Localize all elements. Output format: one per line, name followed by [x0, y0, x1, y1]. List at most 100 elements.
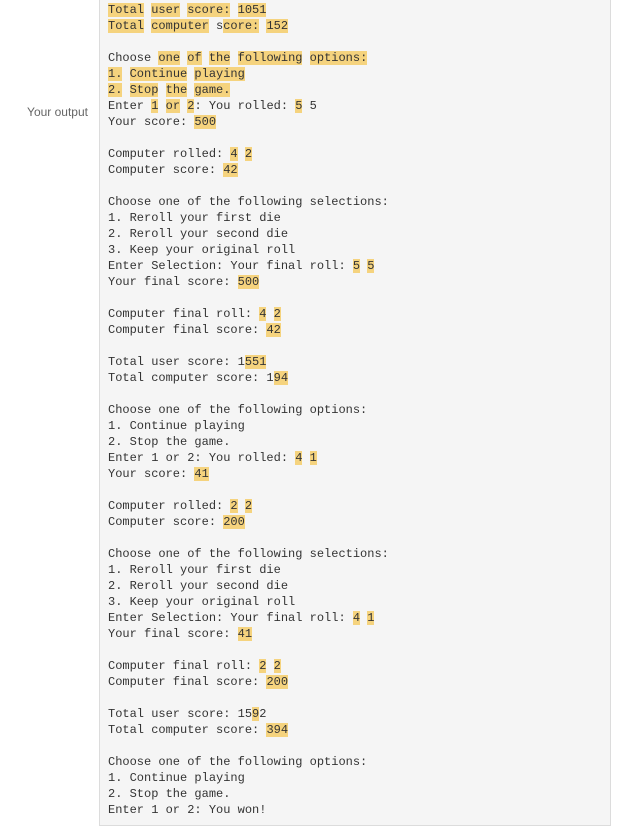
output-text-segment [202, 51, 209, 65]
diff-highlight: playing [194, 67, 245, 81]
output-text-segment: Your final score: [108, 627, 238, 641]
output-text-segment [266, 307, 273, 321]
output-text-segment [158, 99, 165, 113]
output-line: 3. Keep your original roll [108, 242, 389, 258]
output-text-segment: 2. Reroll your second die [108, 579, 289, 593]
output-line: 2. Stop the game. [108, 82, 389, 98]
output-line: Computer final roll: 2 2 [108, 658, 389, 674]
output-text-segment [122, 83, 129, 97]
diff-highlight: 551 [244, 355, 267, 369]
output-text-segment: Enter 1 or 2: You rolled: [108, 451, 296, 465]
output-text-segment: Total computer score: 1 [108, 371, 274, 385]
output-line: 2. Stop the game. [108, 434, 389, 450]
diff-highlight: or [165, 99, 181, 113]
output-text-segment: Enter Selection: Your final roll: [108, 611, 353, 625]
output-line: Choose one of the following options: [108, 754, 389, 770]
output-line: Your final score: 41 [108, 626, 389, 642]
diff-highlight: 41 [237, 627, 253, 641]
output-text-segment [158, 83, 165, 97]
output-line: 1. Reroll your first die [108, 210, 389, 226]
output-line: Enter 1 or 2: You won! [108, 802, 389, 818]
output-text-segment [230, 51, 237, 65]
diff-highlight: Stop [129, 83, 159, 97]
diff-highlight: 2 [244, 499, 253, 513]
diff-highlight: Total [108, 3, 145, 17]
output-line: Enter Selection: Your final roll: 4 1 [108, 610, 389, 626]
diff-highlight: 5 [367, 259, 375, 273]
output-text-segment: 2. Reroll your second die [108, 227, 289, 241]
output-text-segment: Total user score: 15 [108, 707, 253, 721]
output-line: Your score: 500 [108, 114, 389, 130]
output-text-segment: 1. Reroll your first die [108, 211, 281, 225]
output-line: 1. Continue playing [108, 770, 389, 786]
output-text-segment: Computer score: [108, 515, 224, 529]
diff-highlight: options: [309, 51, 368, 65]
diff-highlight: core: [223, 19, 260, 33]
diff-highlight: 2 [273, 307, 281, 321]
output-text-segment: Enter 1 or 2: You won! [108, 803, 267, 817]
output-text-segment: Your final score: [108, 275, 238, 289]
output-line: Enter 1 or 2: You rolled: 5 5 [108, 98, 389, 114]
diff-highlight: 500 [237, 275, 260, 289]
output-line: 1. Continue playing [108, 418, 389, 434]
output-text-segment: Your score: [108, 115, 195, 129]
output-text-segment: Choose [108, 51, 159, 65]
output-row: Your output Total user score: 1051 Total … [0, 0, 632, 833]
diff-highlight: Continue [129, 67, 188, 81]
diff-highlight: of [187, 51, 202, 65]
output-text-segment: Choose one of the following selections: [108, 195, 389, 209]
output-line: Choose one of the following options: [108, 402, 389, 418]
output-line: Total computer score: 194 [108, 370, 389, 386]
output-text-segment: Enter [108, 99, 152, 113]
output-text-segment: 1. Continue playing [108, 419, 245, 433]
output-line: 1. Reroll your first die [108, 562, 389, 578]
output-text-segment [302, 51, 309, 65]
program-output-text: Total user score: 1051 Total computer sco… [108, 2, 389, 818]
output-text-segment [230, 3, 237, 17]
diff-highlight: user [151, 3, 181, 17]
output-line: Computer final score: 200 [108, 674, 389, 690]
output-text-segment: Computer final roll: [108, 307, 260, 321]
diff-highlight: 2 [244, 147, 253, 161]
output-text-segment: Computer final score: [108, 323, 267, 337]
diff-highlight: following [237, 51, 303, 65]
diff-highlight: 2. [108, 83, 123, 97]
output-text-segment: Computer final roll: [108, 659, 260, 673]
output-text-segment: Computer final score: [108, 675, 267, 689]
output-text-segment: 3. Keep your original roll [108, 243, 296, 257]
output-text-segment: Computer score: [108, 163, 224, 177]
output-line: Choose one of the following options: [108, 50, 389, 66]
output-text-segment: 5 [302, 99, 317, 113]
output-line: Choose one of the following selections: [108, 546, 389, 562]
output-line: Your final score: 500 [108, 274, 389, 290]
diff-highlight: 200 [266, 675, 289, 689]
output-text-segment: s [208, 19, 224, 33]
output-line: Computer final roll: 4 2 [108, 306, 389, 322]
output-line: Total user score: 1551 [108, 354, 389, 370]
output-text-segment: Your score: [108, 467, 195, 481]
output-line: 2. Reroll your second die [108, 578, 389, 594]
output-line: Total user score: 1051 [108, 2, 389, 18]
output-text-segment: Choose one of the following selections: [108, 547, 389, 561]
output-text-segment: 2 [259, 707, 267, 721]
output-text-segment [302, 451, 309, 465]
output-line: Total computer score: 394 [108, 722, 389, 738]
output-line: Computer rolled: 2 2 [108, 498, 389, 514]
output-line: 2. Stop the game. [108, 786, 389, 802]
output-line: Computer score: 200 [108, 514, 389, 530]
output-line: Total computer score: 152 [108, 18, 389, 34]
output-line: Choose one of the following selections: [108, 194, 389, 210]
output-text-segment: 3. Keep your original roll [108, 595, 296, 609]
diff-highlight: 200 [223, 515, 245, 529]
diff-highlight: score: [187, 3, 231, 17]
